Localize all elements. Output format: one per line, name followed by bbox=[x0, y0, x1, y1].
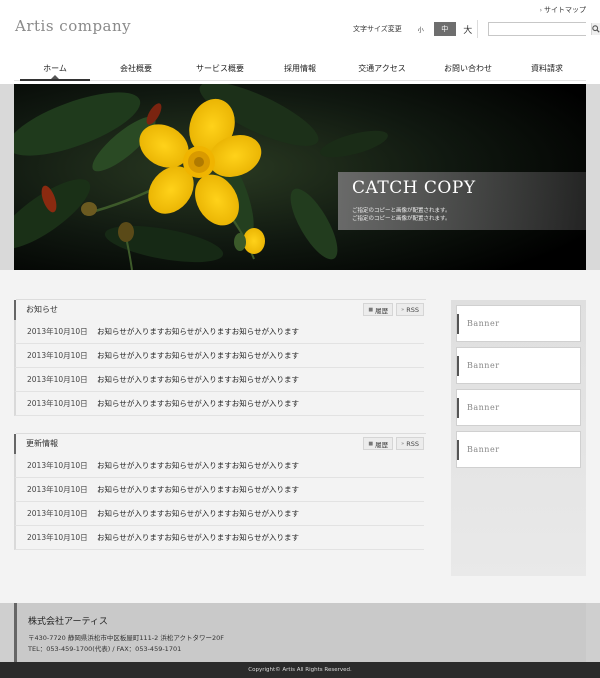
nav-item-recruit[interactable]: 採用情報 bbox=[264, 57, 336, 80]
rss-button[interactable]: » RSS bbox=[396, 437, 424, 450]
news-text: お知らせが入りますお知らせが入りますお知らせが入ります bbox=[97, 351, 300, 360]
rss-button-label: RSS bbox=[406, 305, 419, 314]
nav-item-access[interactable]: 交通アクセス bbox=[336, 57, 428, 80]
catch-copy-line: ご指定のコピーと画像が配置されます。 bbox=[352, 216, 451, 222]
section-header: お知らせ ■ 履歴 » RSS bbox=[14, 299, 426, 320]
update-item[interactable]: 2013年10月10日 お知らせが入りますお知らせが入りますお知らせが入ります bbox=[14, 502, 424, 526]
news-text: お知らせが入りますお知らせが入りますお知らせが入ります bbox=[97, 327, 300, 336]
rss-button[interactable]: » RSS bbox=[396, 303, 424, 316]
banner-label: Banner bbox=[467, 319, 500, 328]
footer-company-name: 株式会社アーティス bbox=[28, 617, 108, 627]
nav-item-services[interactable]: サービス概要 bbox=[176, 57, 264, 80]
news-item[interactable]: 2013年10月10日 お知らせが入りますお知らせが入りますお知らせが入ります bbox=[14, 344, 424, 368]
rss-icon: » bbox=[401, 306, 405, 313]
nav-item-label: 会社概要 bbox=[120, 64, 152, 73]
update-date: 2013年10月10日 bbox=[27, 533, 88, 542]
sidebar-banner[interactable]: Banner bbox=[456, 389, 581, 426]
font-size-medium-button[interactable]: 中 bbox=[433, 22, 456, 36]
news-item[interactable]: 2013年10月10日 お知らせが入りますお知らせが入りますお知らせが入ります bbox=[14, 392, 424, 416]
update-date: 2013年10月10日 bbox=[27, 485, 88, 494]
section-divider bbox=[16, 433, 426, 434]
rss-button-label: RSS bbox=[406, 439, 419, 448]
update-text: お知らせが入りますお知らせが入りますお知らせが入ります bbox=[97, 509, 300, 518]
news-date: 2013年10月10日 bbox=[27, 375, 88, 384]
content-area: お知らせ ■ 履歴 » RSS 2013年10月10日 お知らせが入りますお知らせが入… bbox=[0, 270, 600, 603]
section-title: お知らせ bbox=[26, 305, 58, 314]
nav-item-company[interactable]: 会社概要 bbox=[96, 57, 176, 80]
chevron-right-icon: › bbox=[539, 7, 542, 14]
update-text: お知らせが入りますお知らせが入りますお知らせが入ります bbox=[97, 533, 300, 542]
nav-item-label: 交通アクセス bbox=[358, 64, 406, 73]
header-divider bbox=[477, 20, 478, 38]
news-section: お知らせ ■ 履歴 » RSS 2013年10月10日 お知らせが入りますお知らせが入… bbox=[14, 299, 426, 416]
nav-item-label: お問い合わせ bbox=[444, 64, 492, 73]
search-input[interactable] bbox=[489, 23, 591, 35]
footer-address: 〒430-7720 静岡県浜松市中区板屋町111-2 浜松アクトタワー20F bbox=[28, 634, 224, 642]
news-item[interactable]: 2013年10月10日 お知らせが入りますお知らせが入りますお知らせが入ります bbox=[14, 368, 424, 392]
update-text: お知らせが入りますお知らせが入りますお知らせが入ります bbox=[97, 485, 300, 494]
font-size-label: 文字サイズ変更 bbox=[353, 25, 402, 33]
history-button-label: 履歴 bbox=[375, 306, 389, 315]
news-date: 2013年10月10日 bbox=[27, 399, 88, 408]
font-size-large-button[interactable]: 大 bbox=[460, 22, 476, 36]
update-item[interactable]: 2013年10月10日 お知らせが入りますお知らせが入りますお知らせが入ります bbox=[14, 478, 424, 502]
search-box bbox=[488, 22, 600, 36]
main-column: お知らせ ■ 履歴 » RSS 2013年10月10日 お知らせが入りますお知らせが入… bbox=[14, 299, 426, 550]
sidebar-banner[interactable]: Banner bbox=[456, 347, 581, 384]
nav-item-label: サービス概要 bbox=[196, 64, 244, 73]
news-item[interactable]: 2013年10月10日 お知らせが入りますお知らせが入りますお知らせが入ります bbox=[14, 320, 424, 344]
sitemap-link[interactable]: › サイトマップ bbox=[540, 5, 586, 15]
nav-item-home[interactable]: ホーム bbox=[14, 57, 96, 81]
sidebar-banner[interactable]: Banner bbox=[456, 431, 581, 468]
update-date: 2013年10月10日 bbox=[27, 461, 88, 470]
font-size-switcher: 文字サイズ変更 小 中 大 bbox=[353, 21, 476, 37]
history-button[interactable]: ■ 履歴 bbox=[363, 437, 394, 450]
footer-tel-fax: TEL：053-459-1700(代表) / FAX：053-459-1701 bbox=[28, 645, 182, 653]
search-icon bbox=[592, 25, 600, 33]
news-date: 2013年10月10日 bbox=[27, 327, 88, 336]
hero-banner: CATCH COPY ご指定のコピーと画像が配置されます。 ご指定のコピーと画像… bbox=[14, 84, 586, 270]
font-size-small-button[interactable]: 小 bbox=[412, 22, 430, 36]
sitemap-label: サイトマップ bbox=[544, 6, 586, 14]
catch-copy-panel: CATCH COPY ご指定のコピーと画像が配置されます。 ご指定のコピーと画像… bbox=[338, 172, 586, 230]
nav-item-label: 採用情報 bbox=[284, 64, 316, 73]
nav-item-label: ホーム bbox=[43, 64, 67, 73]
list-icon: ■ bbox=[368, 440, 374, 447]
sidebar: Banner Banner Banner Banner bbox=[451, 300, 586, 576]
banner-label: Banner bbox=[467, 361, 500, 370]
section-divider bbox=[16, 299, 426, 300]
history-button-label: 履歴 bbox=[375, 440, 389, 449]
site-footer: 株式会社アーティス 〒430-7720 静岡県浜松市中区板屋町111-2 浜松ア… bbox=[0, 603, 600, 662]
update-text: お知らせが入りますお知らせが入りますお知らせが入ります bbox=[97, 461, 300, 470]
sidebar-banner[interactable]: Banner bbox=[456, 305, 581, 342]
rss-icon: » bbox=[401, 440, 405, 447]
update-item[interactable]: 2013年10月10日 お知らせが入りますお知らせが入りますお知らせが入ります bbox=[14, 454, 424, 478]
section-actions: ■ 履歴 » RSS bbox=[360, 437, 424, 450]
update-item[interactable]: 2013年10月10日 お知らせが入りますお知らせが入りますお知らせが入ります bbox=[14, 526, 424, 550]
site-header: Artis company › サイトマップ 文字サイズ変更 小 中 大 ホーム … bbox=[0, 0, 600, 84]
nav-item-contact[interactable]: お問い合わせ bbox=[428, 57, 508, 80]
active-indicator-icon bbox=[51, 75, 59, 79]
section-actions: ■ 履歴 » RSS bbox=[360, 303, 424, 316]
nav-item-documents[interactable]: 資料請求 bbox=[508, 57, 586, 80]
section-title: 更新情報 bbox=[26, 439, 58, 448]
list-icon: ■ bbox=[368, 306, 374, 313]
copyright-bar: Copyright© Artis All Rights Reserved. bbox=[0, 662, 600, 678]
updates-section: 更新情報 ■ 履歴 » RSS 2013年10月10日 お知らせが入りますお知らせが入… bbox=[14, 433, 426, 550]
banner-label: Banner bbox=[467, 445, 500, 454]
news-date: 2013年10月10日 bbox=[27, 351, 88, 360]
section-header: 更新情報 ■ 履歴 » RSS bbox=[14, 433, 426, 454]
update-date: 2013年10月10日 bbox=[27, 509, 88, 518]
global-nav: ホーム 会社概要 サービス概要 採用情報 交通アクセス お問い合わせ 資料請求 bbox=[14, 57, 586, 81]
footer-company-info: 株式会社アーティス 〒430-7720 静岡県浜松市中区板屋町111-2 浜松ア… bbox=[14, 603, 586, 662]
banner-label: Banner bbox=[467, 403, 500, 412]
news-text: お知らせが入りますお知らせが入りますお知らせが入ります bbox=[97, 399, 300, 408]
search-button[interactable] bbox=[591, 23, 600, 35]
history-button[interactable]: ■ 履歴 bbox=[363, 303, 394, 316]
site-logo[interactable]: Artis company bbox=[15, 17, 131, 35]
catch-copy-line: ご指定のコピーと画像が配置されます。 bbox=[352, 208, 451, 214]
news-text: お知らせが入りますお知らせが入りますお知らせが入ります bbox=[97, 375, 300, 384]
catch-copy-title: CATCH COPY bbox=[352, 178, 476, 198]
nav-item-label: 資料請求 bbox=[531, 64, 563, 73]
